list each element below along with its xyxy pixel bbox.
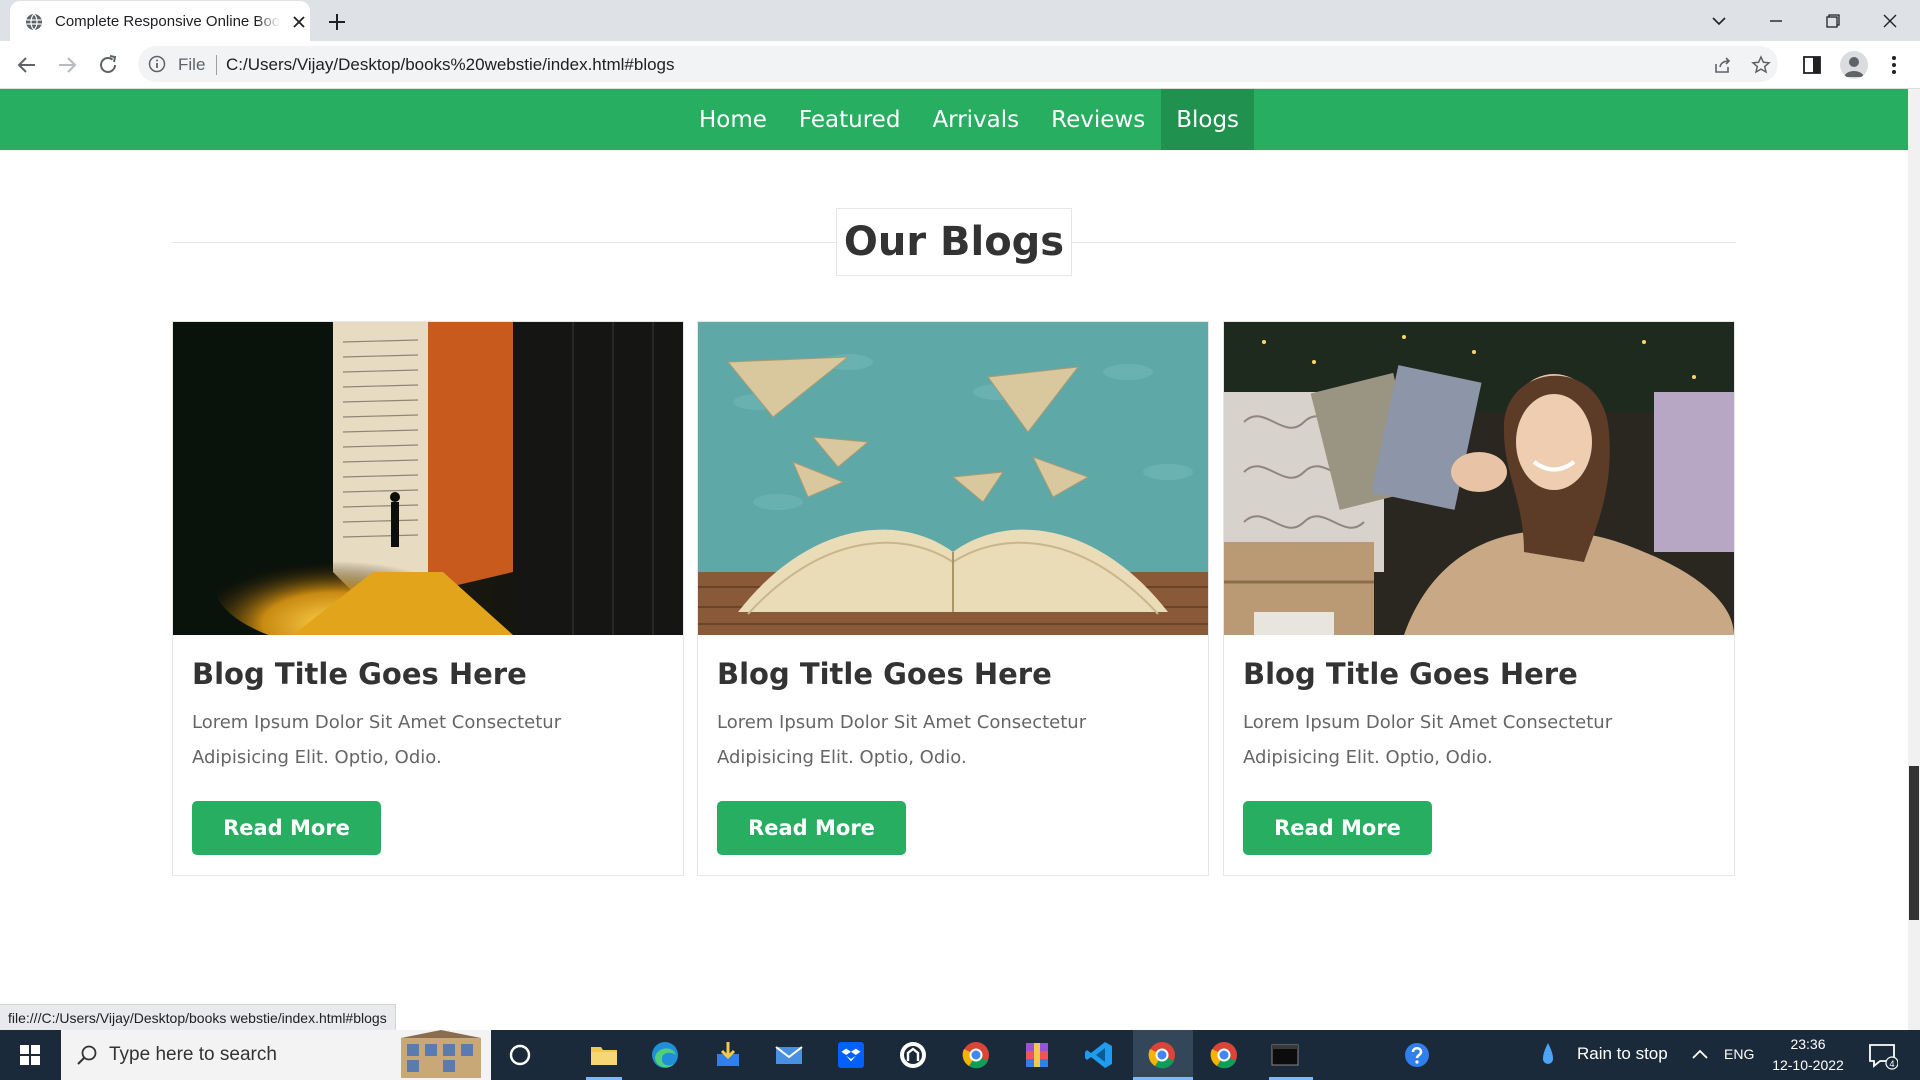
nav-link-reviews[interactable]: Reviews (1035, 89, 1161, 150)
edge-browser-icon[interactable] (649, 1039, 681, 1071)
file-explorer-icon[interactable] (588, 1039, 620, 1071)
blog-description: Lorem Ipsum Dolor Sit Amet Consectetur A… (717, 712, 1087, 768)
share-icon[interactable] (1713, 55, 1733, 75)
nav-link-home[interactable]: Home (683, 89, 783, 150)
search-placeholder: Type here to search (109, 1044, 277, 1065)
nav-links: Home Featured Arrivals Reviews Blogs (683, 89, 1255, 150)
forward-arrow-icon[interactable] (55, 53, 79, 77)
weather-text[interactable]: Rain to stop (1577, 1044, 1668, 1064)
back-arrow-icon[interactable] (15, 53, 39, 77)
chrome-profile-v-icon[interactable] (1208, 1039, 1240, 1071)
cortana-icon[interactable] (504, 1039, 536, 1071)
taskbar-search-box[interactable]: Type here to search (61, 1030, 491, 1080)
dropbox-icon[interactable] (835, 1039, 867, 1071)
blog-card: Blog Title Goes Here Lorem Ipsum Dolor S… (697, 321, 1209, 876)
profile-avatar-icon[interactable] (1840, 51, 1868, 79)
vscode-icon[interactable] (1083, 1039, 1115, 1071)
clock-date: 12-10-2022 (1772, 1057, 1844, 1073)
help-icon[interactable] (1401, 1039, 1433, 1071)
close-window-icon[interactable] (1877, 8, 1903, 34)
address-bar[interactable]: File C:/Users/Vijay/Desktop/books%20webs… (138, 46, 1778, 82)
restore-icon[interactable] (1820, 8, 1846, 34)
browser-toolbar: File C:/Users/Vijay/Desktop/books%20webs… (0, 41, 1920, 89)
section-heading: Our Blogs (836, 208, 1072, 276)
taskbar-clock[interactable]: 23:36 12-10-2022 (1768, 1034, 1848, 1076)
url-separator (216, 55, 217, 75)
info-icon[interactable] (148, 55, 166, 73)
nav-link-featured[interactable]: Featured (783, 89, 917, 150)
read-more-button[interactable]: Read More (717, 801, 906, 855)
clock-time: 23:36 (1790, 1036, 1826, 1052)
browser-tab-strip: Complete Responsive Online Book Store (0, 0, 1920, 41)
woman-holding-books-image (1224, 322, 1734, 635)
url-text[interactable]: C:/Users/Vijay/Desktop/books%20webstie/i… (226, 55, 675, 75)
blog-title: Blog Title Goes Here (1243, 657, 1578, 691)
github-desktop-icon[interactable] (897, 1039, 929, 1071)
notification-count: 4 (1889, 1059, 1894, 1069)
blog-description: Lorem Ipsum Dolor Sit Amet Consectetur A… (192, 712, 562, 768)
site-navbar: Home Featured Arrivals Reviews Blogs (0, 89, 1908, 150)
chrome-profile-icon[interactable] (960, 1039, 992, 1071)
section-heading-text: Our Blogs (843, 219, 1065, 265)
chrome-icon[interactable] (1146, 1039, 1178, 1071)
windows-taskbar: Type here to search Rain to stop ENG 23:… (0, 1030, 1920, 1080)
nav-link-blogs[interactable]: Blogs (1161, 89, 1255, 150)
read-more-button[interactable]: Read More (192, 801, 381, 855)
chevron-up-icon[interactable] (1688, 1039, 1712, 1071)
read-more-button[interactable]: Read More (1243, 801, 1432, 855)
file-scheme-label: File (178, 55, 206, 74)
reload-icon[interactable] (96, 53, 120, 77)
open-book-paper-planes-image (698, 322, 1208, 635)
blog-card: Blog Title Goes Here Lorem Ipsum Dolor S… (172, 321, 684, 876)
page-viewport: Home Featured Arrivals Reviews Blogs Our… (0, 89, 1908, 1030)
link-status-bubble: file:///C:/Users/Vijay/Desktop/books web… (0, 1004, 396, 1031)
mail-icon[interactable] (773, 1039, 805, 1071)
search-highlight-illustration-icon (401, 1030, 481, 1078)
tab-title: Complete Responsive Online Book Store (55, 13, 280, 30)
language-indicator[interactable]: ENG (1724, 1046, 1754, 1062)
blog-title: Blog Title Goes Here (717, 657, 1052, 691)
app-installer-icon[interactable] (712, 1039, 744, 1071)
kebab-menu-icon[interactable] (1882, 53, 1906, 77)
blog-card: Blog Title Goes Here Lorem Ipsum Dolor S… (1223, 321, 1735, 876)
bookmark-star-icon[interactable] (1751, 55, 1771, 75)
blog-title: Blog Title Goes Here (192, 657, 527, 691)
minimize-icon[interactable] (1763, 8, 1789, 34)
book-with-tiny-figure-image (173, 322, 683, 635)
nav-link-arrivals[interactable]: Arrivals (916, 89, 1035, 150)
new-tab-icon[interactable] (325, 10, 349, 34)
terminal-icon[interactable] (1269, 1039, 1301, 1071)
rain-weather-icon[interactable] (1538, 1039, 1558, 1071)
browser-tab[interactable]: Complete Responsive Online Book Store (10, 1, 310, 41)
scrollbar-thumb[interactable] (1909, 766, 1919, 920)
winrar-icon[interactable] (1021, 1039, 1053, 1071)
close-tab-icon[interactable] (290, 13, 308, 31)
blog-description: Lorem Ipsum Dolor Sit Amet Consectetur A… (1243, 712, 1613, 768)
search-icon (77, 1045, 97, 1065)
notification-center-icon[interactable]: 4 (1866, 1039, 1898, 1071)
tab-search-chevron-icon[interactable] (1706, 8, 1732, 34)
side-panel-icon[interactable] (1800, 53, 1824, 77)
windows-start-icon[interactable] (0, 1030, 60, 1080)
globe-icon (26, 13, 42, 31)
